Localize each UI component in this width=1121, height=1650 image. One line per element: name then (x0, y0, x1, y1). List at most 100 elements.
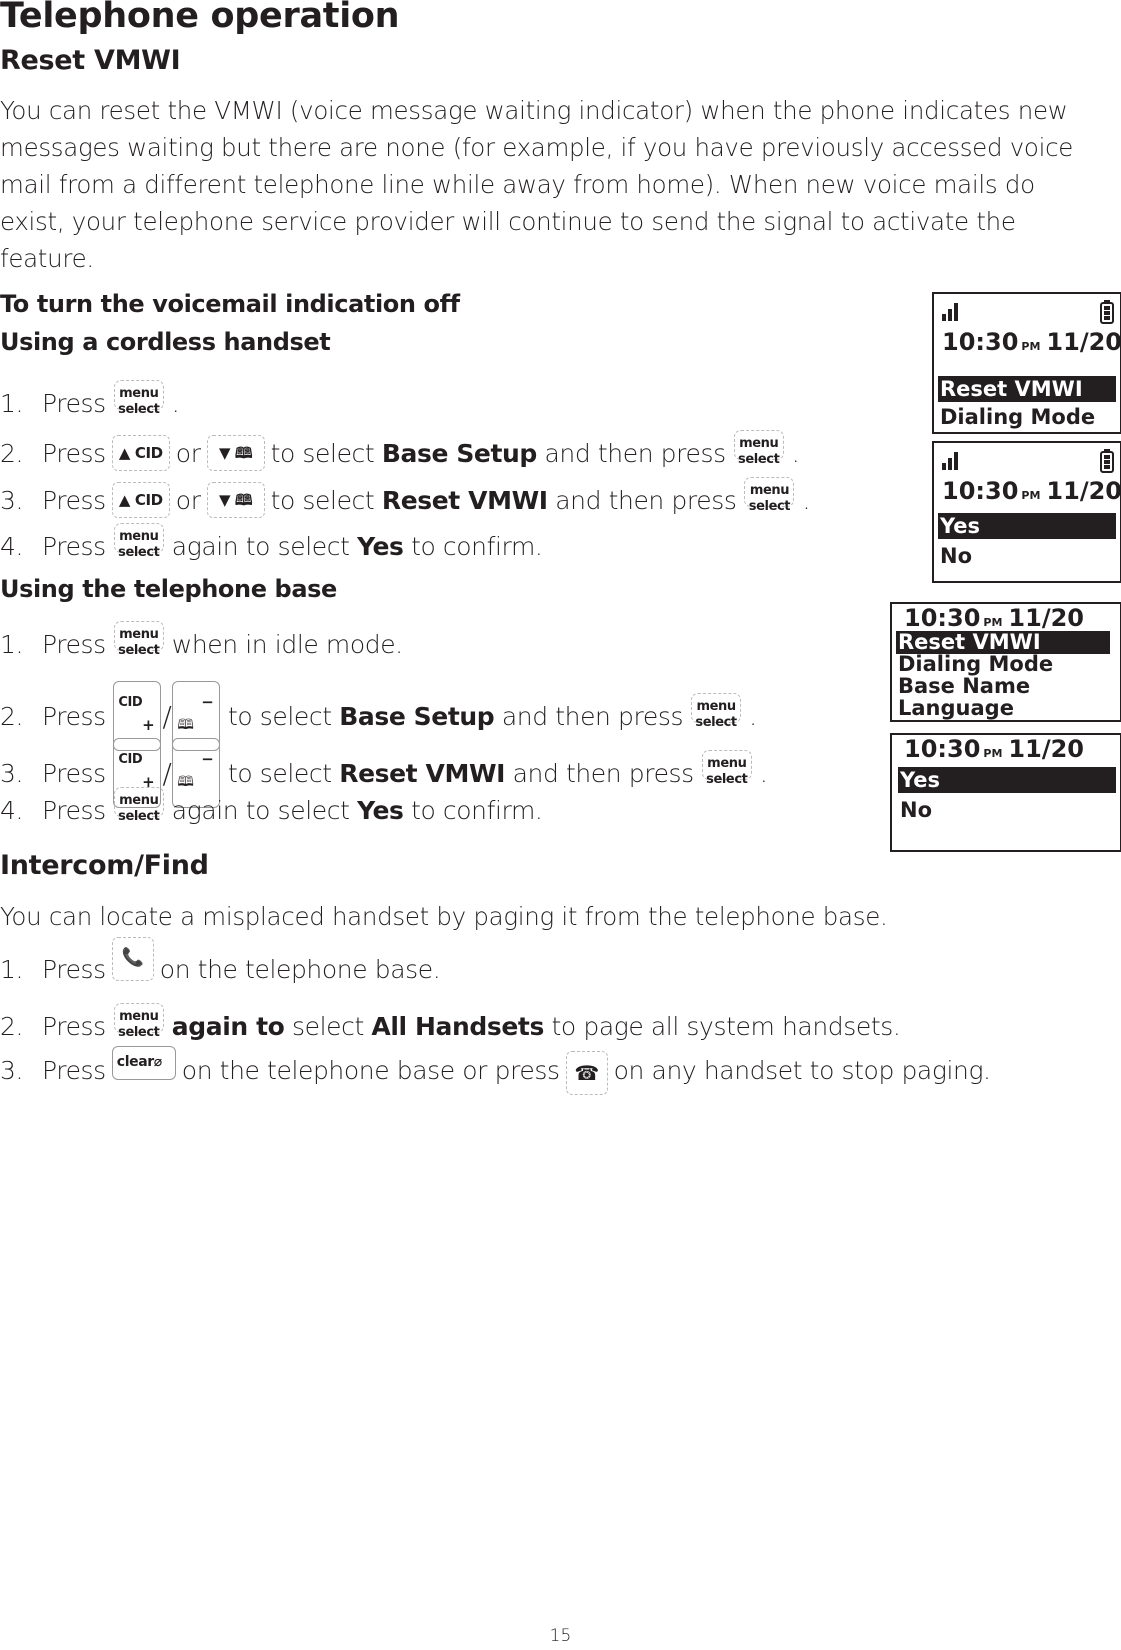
step-text: and then press (555, 485, 737, 515)
step-text: Press (42, 629, 106, 659)
down-phonebook-key-icon: ▼ 🕮 (206, 435, 265, 471)
time-date: 10:30 PM 11/20 (942, 328, 1121, 356)
step-text: and then press (501, 701, 684, 731)
step-number: 1. (0, 954, 24, 984)
handset-step-4: 4. Press menu select again to select Yes … (0, 523, 543, 569)
step-bold: Base Setup (381, 438, 537, 468)
step-bold: All Handsets (371, 1011, 544, 1041)
signal-icon (942, 452, 958, 470)
subheading-turn-off: To turn the voicemail indication off (0, 290, 460, 318)
time-date: 10:30 PM 11/20 (904, 735, 1084, 763)
up-cid-key-icon: ▲ CID (111, 482, 170, 518)
step-text: or (175, 485, 201, 515)
step-text: . (759, 758, 768, 788)
step-number: 1. (0, 629, 24, 659)
menu-row: Base Name (898, 674, 1031, 698)
step-text: and then press (512, 758, 695, 788)
subheading-base: Using the telephone base (0, 575, 337, 603)
handset-screen-confirm: 10:30 PM 11/20 Yes No (932, 441, 1121, 583)
reset-vmwi-intro: You can reset the VMWI (voice message wa… (0, 96, 1074, 273)
step-text: to page all system handsets. (551, 1011, 901, 1041)
step-text: Press (42, 438, 106, 468)
step-bold: Yes (357, 795, 404, 825)
subheading-handset: Using a cordless handset (0, 328, 331, 356)
battery-icon (1100, 300, 1114, 324)
step-bold: again to (171, 1011, 285, 1041)
down-phonebook-key-icon: ▼ 🕮 (206, 482, 265, 518)
menu-select-key-icon: menu select (691, 693, 742, 739)
step-text: to confirm. (411, 795, 543, 825)
step-text: again to select (171, 795, 350, 825)
step-number: 2. (0, 1011, 24, 1041)
step-number: 2. (0, 438, 24, 468)
step-text: again to select (171, 531, 350, 561)
step-number: 3. (0, 758, 24, 788)
step-number: 2. (0, 701, 24, 731)
step-bold: Yes (357, 531, 404, 561)
time-date: 10:30 PM 11/20 (904, 604, 1084, 632)
section-heading-reset-vmwi: Reset VMWI (0, 45, 181, 76)
intercom-intro: You can locate a misplaced handset by pa… (0, 902, 888, 931)
step-number: 3. (0, 485, 24, 515)
menu-row-selected: Reset VMWI (938, 376, 1116, 402)
handset-step-2: 2. Press ▲ CID or ▼ 🕮 to select Base Set… (0, 430, 800, 476)
step-text: Press (42, 485, 106, 515)
intercom-step-1: 1. Press 📞 on the telephone base. (0, 937, 441, 989)
signal-icon (942, 303, 958, 321)
step-number: 4. (0, 795, 24, 825)
step-text: select (291, 1011, 364, 1041)
clear-mute-key-icon: clear⌀ (111, 1046, 176, 1080)
step-text: or (175, 438, 201, 468)
menu-row: No (900, 798, 933, 822)
base-step-1: 1. Press menu select when in idle mode. (0, 621, 403, 667)
menu-row: Dialing Mode (898, 652, 1054, 676)
page-number: 15 (549, 1626, 572, 1646)
up-cid-key-icon: ▲ CID (111, 435, 170, 471)
menu-select-key-icon: menu select (113, 380, 164, 426)
base-step-4: 4. Press menu select again to select Yes … (0, 787, 543, 833)
step-text: to select (227, 758, 332, 788)
step-text: Press (42, 531, 106, 561)
step-text: Press (42, 795, 106, 825)
menu-select-key-icon: menu select (744, 477, 795, 523)
slash: / (162, 756, 172, 790)
step-text: and then press (544, 438, 726, 468)
step-text: . (791, 438, 800, 468)
intercom-step-2: 2. Press menu select again to select All … (0, 1003, 901, 1049)
off-hook-key-icon: ☎ (565, 1051, 608, 1095)
step-text: on the telephone base. (159, 954, 441, 984)
step-text: Press (42, 1055, 106, 1085)
handset-step-1: 1. Press menu select . (0, 380, 180, 426)
step-text: to select (227, 701, 332, 731)
menu-row-selected: Reset VMWI (896, 631, 1110, 654)
slash: / (162, 699, 172, 733)
menu-select-key-icon: menu select (113, 787, 164, 833)
step-text: to confirm. (411, 531, 543, 561)
find-handset-key-icon: 📞 (111, 937, 154, 981)
step-text: Press (42, 1011, 106, 1041)
menu-row: Language (898, 696, 1014, 720)
time-date: 10:30 PM 11/20 (942, 477, 1121, 505)
step-text: Press (42, 954, 106, 984)
battery-icon (1100, 449, 1114, 473)
step-text: . (171, 388, 180, 418)
menu-row: No (940, 544, 973, 568)
menu-row-selected: Yes (898, 767, 1116, 793)
menu-select-key-icon: menu select (701, 750, 752, 796)
menu-select-key-icon: menu select (113, 621, 164, 667)
menu-select-key-icon: menu select (113, 523, 164, 569)
step-number: 1. (0, 388, 24, 418)
menu-row: Dialing Mode (940, 405, 1096, 429)
base-screen-confirm: 10:30 PM 11/20 Yes No (890, 733, 1121, 852)
step-text: on the telephone base or press (181, 1055, 560, 1085)
handset-step-3: 3. Press ▲ CID or ▼ 🕮 to select Reset VM… (0, 477, 810, 523)
step-text: Press (42, 701, 106, 731)
step-text: when in idle mode. (171, 629, 403, 659)
handset-screen-menu: 10:30 PM 11/20 Reset VMWI Dialing Mode (932, 292, 1121, 434)
step-text: Press (42, 388, 106, 418)
step-text: Press (42, 758, 106, 788)
menu-select-key-icon: menu select (113, 1003, 164, 1049)
page-title: Telephone operation (0, 0, 400, 36)
menu-select-key-icon: menu select (733, 430, 784, 476)
step-text: to select (270, 438, 375, 468)
